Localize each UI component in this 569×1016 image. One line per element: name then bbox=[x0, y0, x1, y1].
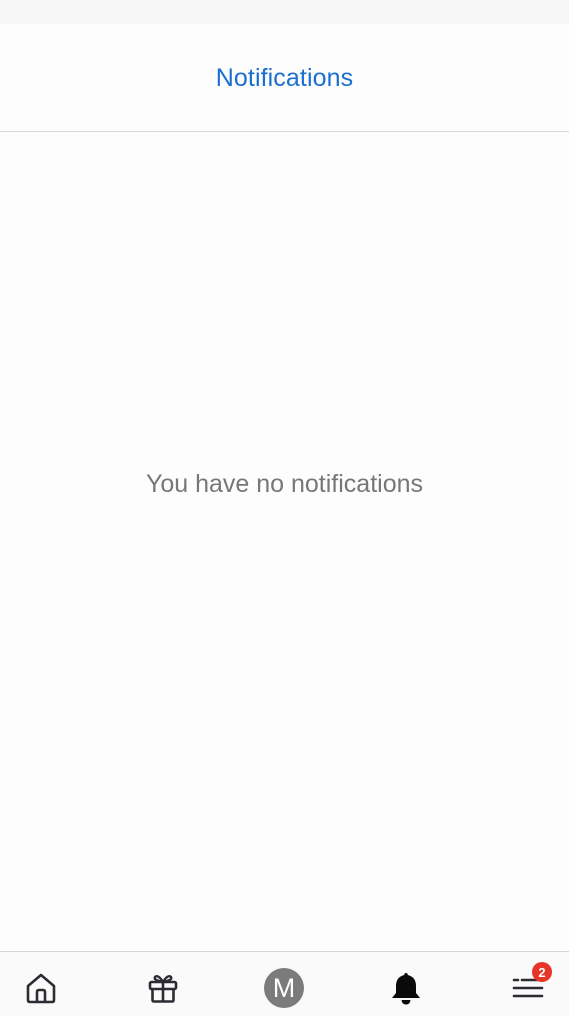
notifications-screen: Notifications You have no notifications … bbox=[0, 0, 569, 1016]
tab-profile[interactable]: M bbox=[262, 966, 306, 1010]
empty-state-message: You have no notifications bbox=[145, 470, 424, 498]
bottom-tab-bar: M 2 bbox=[0, 951, 569, 1016]
status-bar bbox=[0, 0, 569, 24]
tab-home[interactable] bbox=[19, 966, 63, 1010]
gift-icon bbox=[148, 974, 178, 1003]
tab-rewards[interactable] bbox=[141, 966, 185, 1010]
home-icon bbox=[26, 973, 56, 1004]
bell-icon bbox=[392, 973, 420, 1005]
menu-badge: 2 bbox=[532, 962, 552, 982]
tab-menu[interactable]: 2 bbox=[506, 962, 552, 1010]
page-title: Notifications bbox=[215, 64, 354, 92]
avatar: M bbox=[264, 968, 304, 1008]
header: Notifications bbox=[0, 24, 569, 132]
tab-notifications[interactable] bbox=[384, 966, 428, 1010]
